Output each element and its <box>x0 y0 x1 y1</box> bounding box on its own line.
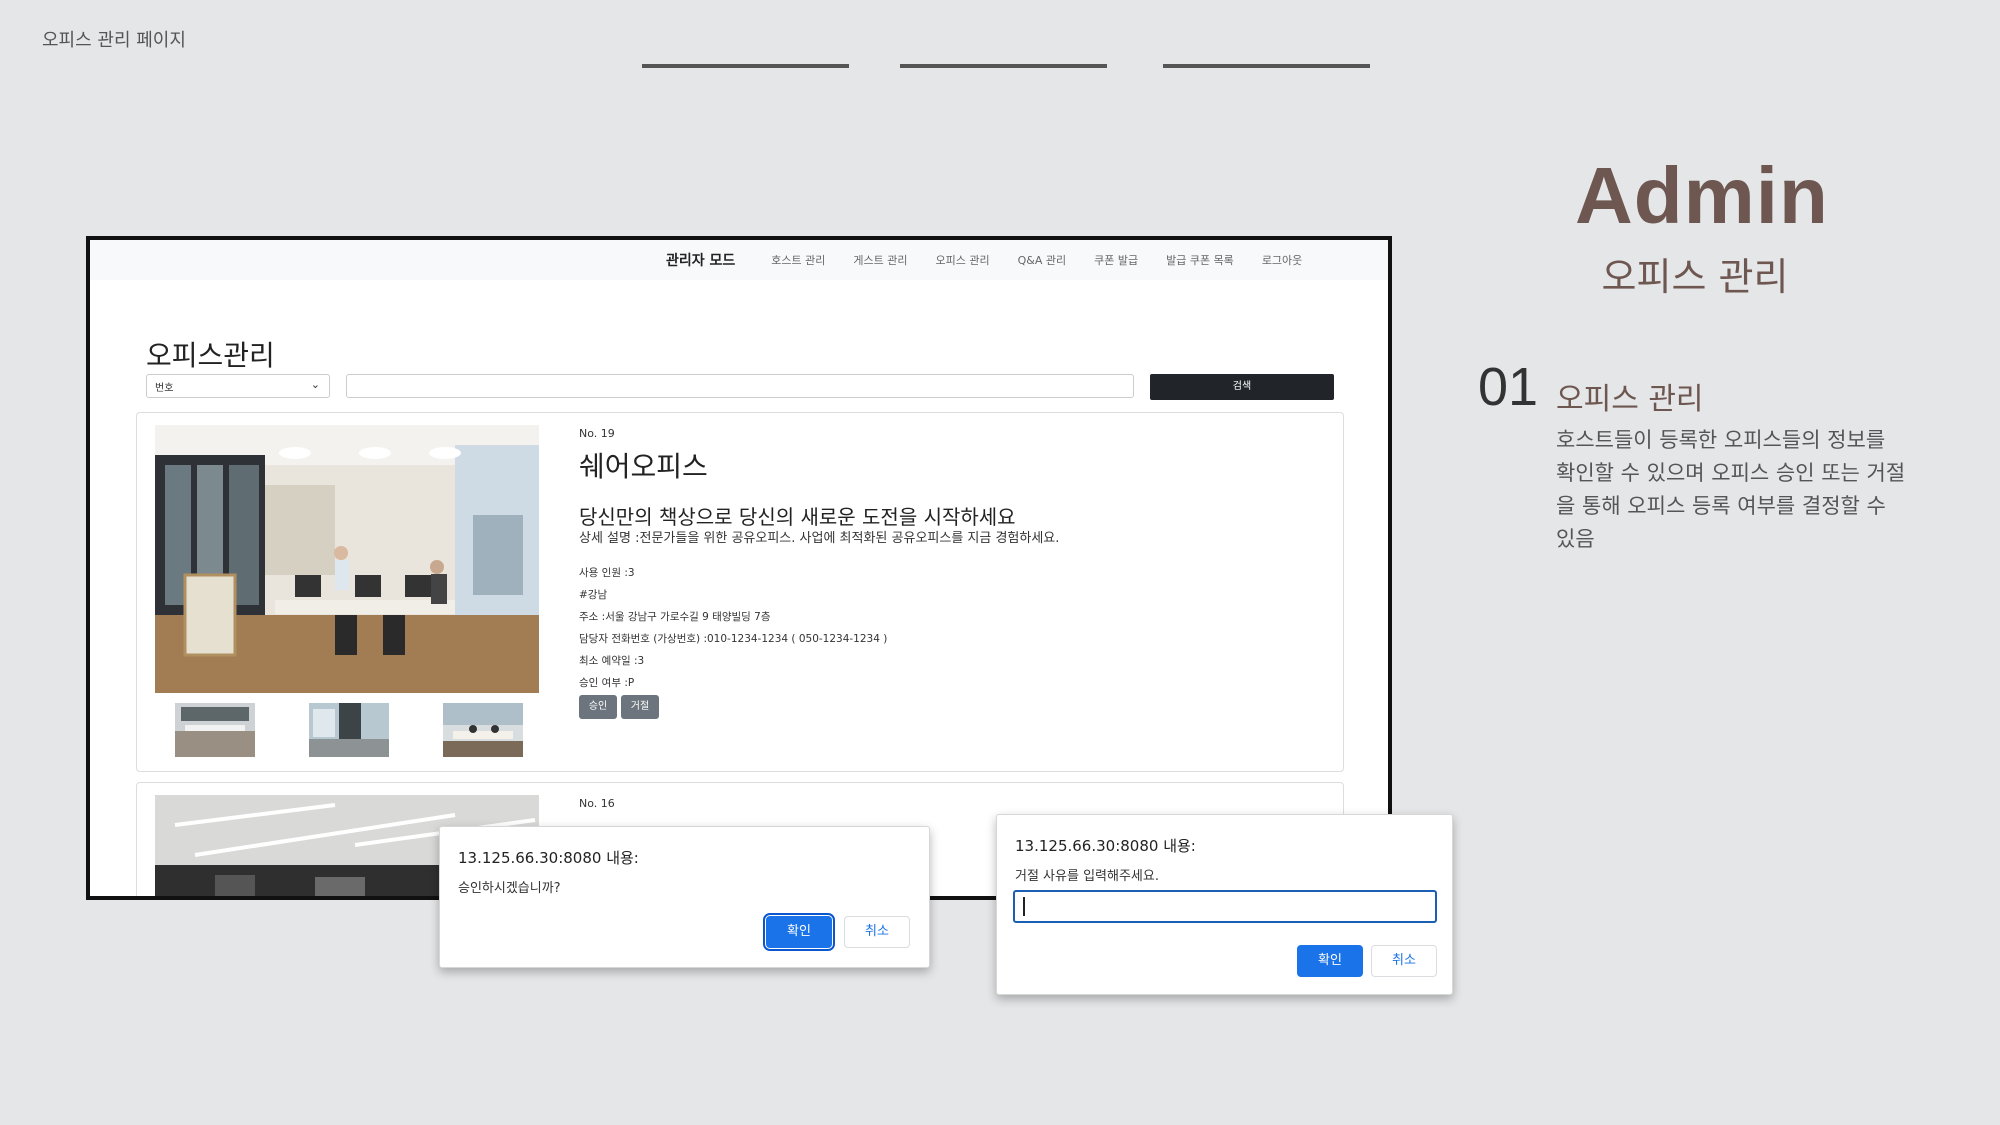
top-navbar: 관리자 모드 호스트 관리 게스트 관리 오피스 관리 Q&A 관리 쿠폰 발급… <box>90 240 1388 280</box>
dialog-ok-button[interactable]: 확인 <box>763 913 835 951</box>
dialog-message: 거절 사유를 입력해주세요. <box>1015 869 1159 884</box>
office-address: 주소 :서울 강남구 가로수길 9 태양빌딩 7층 <box>579 611 771 623</box>
dialog-title: 13.125.66.30:8080 내용: <box>1015 837 1196 855</box>
reject-reason-input[interactable] <box>1013 890 1437 923</box>
search-button[interactable]: 검색 <box>1150 374 1334 400</box>
nav-coupon-issue[interactable]: 쿠폰 발급 <box>1094 252 1138 268</box>
admin-subtitle: 오피스 관리 <box>1601 255 1789 299</box>
dialog-message: 승인하시겠습니까? <box>458 881 561 896</box>
office-thumbnail[interactable] <box>175 703 255 757</box>
search-input[interactable] <box>346 374 1134 398</box>
office-main-photo[interactable] <box>155 425 539 693</box>
section-heading: 오피스 관리 <box>1556 382 1704 417</box>
section-number: 01 <box>1478 357 1539 417</box>
decorative-line <box>642 64 849 68</box>
section-description: 호스트들이 등록한 오피스들의 정보를 확인할 수 있으며 오피스 승인 또는 … <box>1556 428 1906 551</box>
slide-title: 오피스 관리 페이지 <box>42 30 186 51</box>
filter-select[interactable]: 번호 ⌄ <box>146 374 330 398</box>
office-number: No. 19 <box>579 427 615 440</box>
admin-page-screenshot: 관리자 모드 호스트 관리 게스트 관리 오피스 관리 Q&A 관리 쿠폰 발급… <box>86 236 1392 900</box>
navbar-brand[interactable]: 관리자 모드 <box>666 250 735 270</box>
dialog-ok-button[interactable]: 확인 <box>1297 945 1363 977</box>
office-approval-status: 승인 여부 :P <box>579 677 635 689</box>
decorative-line <box>900 64 1107 68</box>
chevron-down-icon: ⌄ <box>310 378 320 391</box>
text-caret <box>1023 897 1025 916</box>
office-capacity: 사용 인원 :3 <box>579 567 635 579</box>
office-thumbnail[interactable] <box>443 703 523 757</box>
nav-office-management[interactable]: 오피스 관리 <box>936 252 990 268</box>
office-number: No. 16 <box>579 797 615 810</box>
reject-button[interactable]: 거절 <box>621 695 659 719</box>
office-card: No. 19 쉐어오피스 당신만의 책상으로 당신의 새로운 도전을 시작하세요… <box>136 412 1344 772</box>
nav-host-management[interactable]: 호스트 관리 <box>771 252 825 268</box>
office-thumbnail[interactable] <box>309 703 389 757</box>
nav-issued-coupon-list[interactable]: 발급 쿠폰 목록 <box>1166 252 1234 268</box>
approve-confirm-dialog: 13.125.66.30:8080 내용: 승인하시겠습니까? 확인 취소 <box>439 826 930 968</box>
reject-reason-dialog: 13.125.66.30:8080 내용: 거절 사유를 입력해주세요. 확인 … <box>996 814 1453 995</box>
office-phone: 담당자 전화번호 (가상번호) :010-1234-1234 ( 050-123… <box>579 633 888 645</box>
admin-title: Admin <box>1575 151 1829 240</box>
office-min-booking: 최소 예약일 :3 <box>579 655 645 667</box>
office-tag: #강남 <box>579 589 608 601</box>
nav-qna-management[interactable]: Q&A 관리 <box>1018 252 1067 268</box>
office-tagline: 당신만의 책상으로 당신의 새로운 도전을 시작하세요 <box>579 505 1016 529</box>
nav-logout[interactable]: 로그아웃 <box>1262 252 1302 268</box>
page-title: 오피스관리 <box>146 339 275 372</box>
dialog-title: 13.125.66.30:8080 내용: <box>458 849 639 867</box>
office-name: 쉐어오피스 <box>579 450 708 483</box>
nav-guest-management[interactable]: 게스트 관리 <box>853 252 907 268</box>
dialog-cancel-button[interactable]: 취소 <box>1371 945 1437 977</box>
dialog-cancel-button[interactable]: 취소 <box>844 916 910 948</box>
filter-select-value: 번호 <box>155 383 174 394</box>
approve-button[interactable]: 승인 <box>579 695 617 719</box>
office-detail: 상세 설명 :전문가들을 위한 공유오피스. 사업에 최적화된 공유오피스를 지… <box>579 531 1060 546</box>
decorative-line <box>1163 64 1370 68</box>
